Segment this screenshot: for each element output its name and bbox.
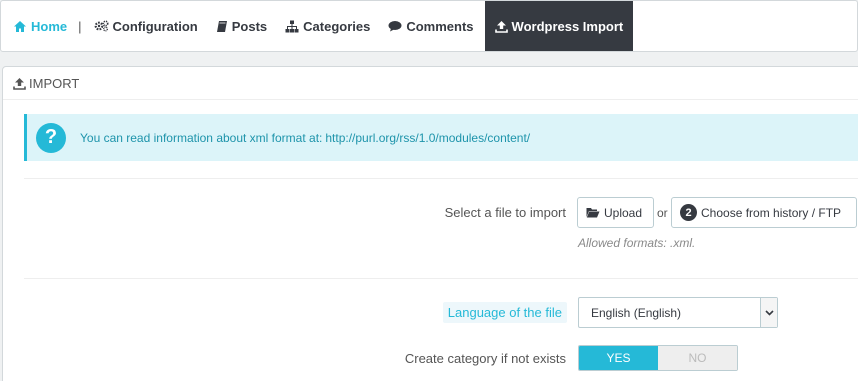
switch-no[interactable]: NO [658,346,737,370]
nav-configuration-label: Configuration [112,18,198,34]
switch-yes[interactable]: YES [579,346,658,370]
create-category-switch[interactable]: YES NO [578,345,738,371]
upload-icon [494,20,508,33]
create-category-label: Create category if not exists [404,351,566,366]
gears-icon [94,20,109,32]
allowed-formats-help: Allowed formats: .xml. [578,236,696,250]
nav-posts-label: Posts [231,18,268,34]
file-label: Select a file to import [444,205,566,220]
nav-configuration[interactable]: Configuration [85,1,207,51]
alert-link[interactable]: http://purl.org/rss/1.0/modules/content/ [325,131,530,145]
upload-icon [13,77,26,90]
comment-icon [388,20,402,32]
upload-button[interactable]: Upload [577,197,654,228]
language-select[interactable]: English (English) [578,297,778,328]
history-label: Choose from history / FTP [701,205,842,220]
import-panel: IMPORT ? You can read information about … [2,66,858,381]
nav-separator: | [78,18,82,34]
divider [24,178,858,179]
info-alert: ? You can read information about xml for… [24,114,858,161]
nav-wordpress-import[interactable]: Wordpress Import [484,1,634,51]
nav-home-label: Home [31,18,68,34]
nav-posts[interactable]: Posts [207,1,276,51]
book-icon [216,20,228,33]
sitemap-icon [285,20,299,33]
history-count-badge: 2 [680,204,697,221]
question-icon: ? [36,122,66,153]
divider [24,278,858,279]
top-nav: Home | Configuration Posts Categories Co… [0,0,858,52]
folder-open-icon [586,207,600,218]
upload-label: Upload [604,205,643,220]
nav-wordpress-import-label: Wordpress Import [511,18,624,34]
nav-comments-label: Comments [406,18,474,34]
alert-text: You can read information about xml forma… [80,130,323,145]
nav-categories[interactable]: Categories [276,1,379,51]
chevron-down-icon [760,298,777,327]
panel-title: IMPORT [29,75,80,91]
panel-heading: IMPORT [3,67,858,100]
or-text: or [657,206,668,220]
nav-categories-label: Categories [303,18,371,34]
nav-comments[interactable]: Comments [379,1,482,51]
nav-home[interactable]: Home [1,1,76,51]
language-label: Language of the file [442,302,567,323]
language-selected: English (English) [591,305,682,320]
history-button[interactable]: 2 Choose from history / FTP [671,197,857,228]
home-icon [13,20,27,33]
